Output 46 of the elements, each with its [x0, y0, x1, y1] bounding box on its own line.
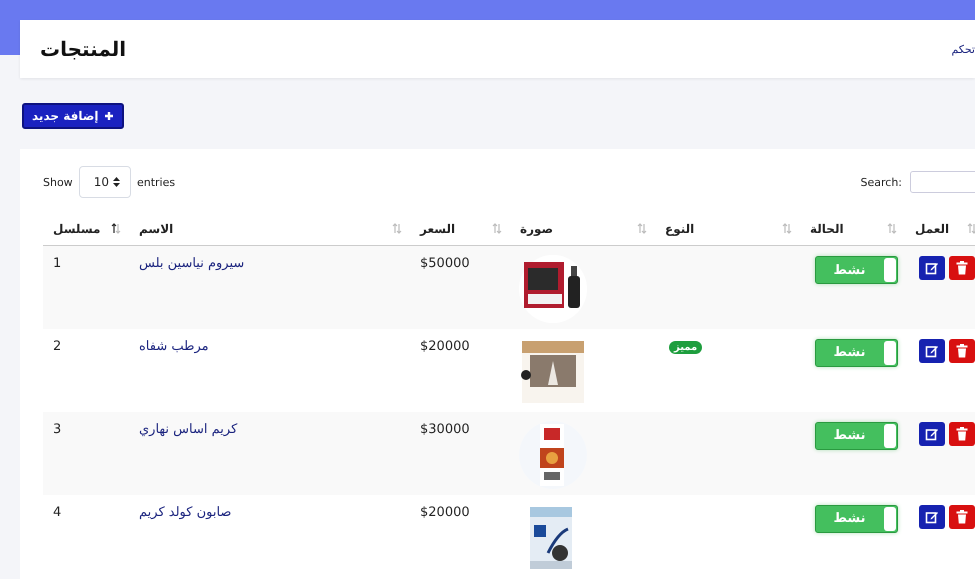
- edit-button[interactable]: [919, 422, 945, 446]
- delete-button[interactable]: [949, 422, 975, 446]
- breadcrumb-link[interactable]: تحكم: [951, 42, 975, 56]
- show-label: Show: [43, 176, 73, 188]
- product-name-link[interactable]: مرطب شفاه: [139, 338, 209, 354]
- add-new-button[interactable]: إضافة جديد: [22, 103, 124, 129]
- edit-button[interactable]: [919, 256, 945, 280]
- featured-badge: مميز: [669, 340, 702, 354]
- trash-icon: [955, 261, 969, 275]
- caret-icon: [112, 177, 120, 187]
- edit-icon: [925, 261, 939, 275]
- delete-button[interactable]: [949, 256, 975, 280]
- page-title: المنتجات: [40, 37, 126, 61]
- edit-icon: [925, 344, 939, 358]
- sort-icon[interactable]: [111, 223, 121, 234]
- delete-button[interactable]: [949, 504, 975, 528]
- plus-icon: [104, 111, 114, 121]
- serial-cell: 2: [53, 338, 62, 354]
- product-name-link[interactable]: سيروم نياسين بلس: [139, 256, 244, 271]
- edit-icon: [925, 510, 939, 524]
- edit-button[interactable]: [919, 338, 945, 362]
- price-cell: $30000: [420, 422, 470, 436]
- price-cell: $50000: [420, 256, 470, 271]
- column-header[interactable]: صورة: [520, 222, 554, 236]
- trash-icon: [955, 510, 969, 524]
- price-cell: $20000: [420, 338, 470, 354]
- serial-cell: 4: [53, 504, 62, 520]
- column-header[interactable]: النوع: [665, 222, 694, 236]
- column-header[interactable]: مسلسل: [53, 222, 100, 236]
- price-cell: $20000: [420, 504, 470, 520]
- column-header[interactable]: الحالة: [810, 222, 844, 236]
- page-size-select[interactable]: 10: [78, 166, 131, 198]
- entries-label: entries: [136, 176, 176, 188]
- column-header[interactable]: السعر: [420, 222, 456, 236]
- trash-icon: [955, 344, 969, 358]
- edit-button[interactable]: [919, 504, 945, 528]
- delete-button[interactable]: [949, 338, 975, 362]
- serial-cell: 1: [53, 256, 62, 271]
- trash-icon: [955, 426, 969, 440]
- search-label: Search:: [860, 176, 902, 188]
- column-header[interactable]: الاسم: [139, 222, 174, 236]
- product-name-link[interactable]: صابون كولد كريم: [139, 504, 232, 520]
- product-name-link[interactable]: كريم اساس نهاري: [139, 422, 238, 436]
- edit-icon: [925, 426, 939, 440]
- column-header[interactable]: العمل: [915, 222, 950, 236]
- serial-cell: 3: [53, 422, 62, 436]
